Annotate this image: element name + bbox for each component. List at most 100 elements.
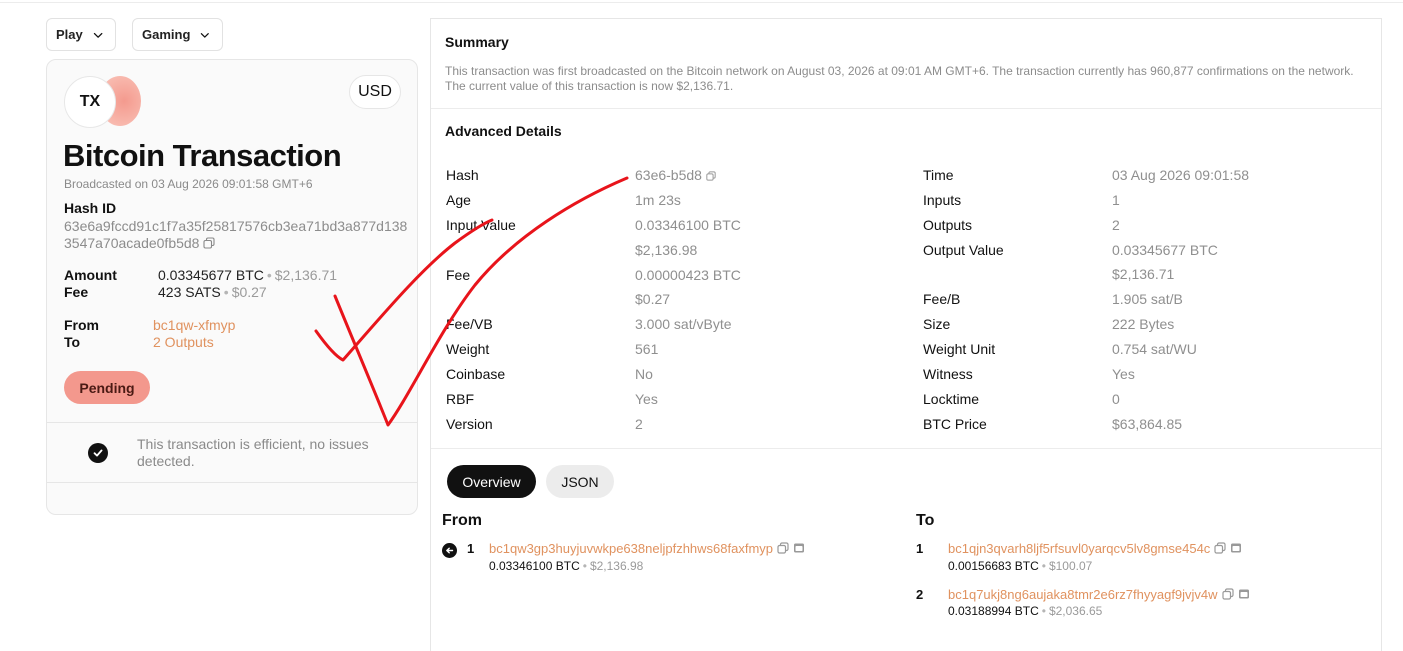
output-address-row: bc1q7ukj8ng6aujaka8tmr2e6rz7fhyyagf9jvjv… [948,587,1250,602]
to-outputs-link[interactable]: 2 Outputs [153,334,214,350]
transaction-card: TX USD Bitcoin Transaction Broadcasted o… [46,59,418,515]
hash-id-value: 63e6a9fccd91c1f7a35f25817576cb3ea71bd3a8… [64,218,409,252]
detail-value-age: 1m 23s [635,192,681,208]
play-dropdown[interactable]: Play [46,18,116,51]
detail-label-hash: Hash [446,167,479,183]
detail-label-age: Age [446,192,471,208]
fee-label: Fee [64,284,89,300]
detail-value-inputs: 1 [1112,192,1120,208]
detail-label-inputs: Inputs [923,192,962,208]
hash-short: 63e6-b5d8 [635,167,702,183]
detail-value-fee-usd: $0.27 [635,291,671,307]
check-icon [88,443,108,463]
detail-value-locktime: 0 [1112,391,1120,407]
divider [47,422,417,423]
detail-value-version: 2 [635,416,643,432]
from-section-title: From [442,512,482,529]
from-label: From [64,317,99,333]
input-btc: 0.03346100 BTC [489,559,580,573]
gaming-dropdown-label: Gaming [142,27,191,42]
amount-usd: $2,136.71 [274,267,338,283]
detail-label-fee: Fee [446,267,471,283]
detail-value-btc-price: $63,864.85 [1112,416,1183,432]
copy-icon[interactable] [1214,542,1226,554]
summary-title: Summary [445,34,509,50]
detail-value-weight-unit: 0.754 sat/WU [1112,341,1197,357]
hash-id-label: Hash ID [64,200,117,216]
tab-json[interactable]: JSON [546,465,614,498]
output-amount: 0.03188994 BTC • $2,036.65 [948,604,1102,618]
hash-id-text: 63e6a9fccd91c1f7a35f25817576cb3ea71bd3a8… [64,218,408,251]
detail-value-output-usd: $2,136.71 [1112,266,1175,282]
copy-icon[interactable] [203,237,216,249]
separator-dot: • [266,267,272,283]
detail-value-fee-btc: 0.00000423 BTC [635,267,741,283]
detail-label-fee-vb: Fee/VB [446,316,493,332]
separator-dot: • [1041,604,1046,618]
to-label: To [64,334,81,350]
output-address-link[interactable]: bc1qjn3qvarh8ljf5rfsuvl0yarqcv5lv8gmse45… [948,541,1210,556]
output-index: 2 [916,587,924,602]
status-badge: Pending [64,371,150,404]
detail-label-output-value: Output Value [923,242,1004,258]
detail-value-fee-vb: 3.000 sat/vByte [635,316,732,332]
currency-toggle-button[interactable]: USD [349,75,401,109]
explorer-icon[interactable] [1238,588,1250,600]
divider [431,108,1381,109]
amount-value: 0.03345677 BTC • $2,136.71 [158,267,337,283]
details-panel: Summary This transaction was first broad… [430,18,1382,651]
efficiency-message: This transaction is efficient, no issues… [137,436,369,469]
advanced-details-title: Advanced Details [445,123,562,139]
detail-value-output-btc: 0.03345677 BTC [1112,242,1218,258]
separator-dot: • [223,284,229,300]
detail-value-outputs: 2 [1112,217,1120,233]
detail-label-locktime: Locktime [923,391,980,407]
page-title: Bitcoin Transaction [63,138,342,173]
amount-label: Amount [64,267,117,283]
fee-value: 423 SATS • $0.27 [158,284,267,300]
copy-icon[interactable] [706,171,716,181]
copy-icon[interactable] [1221,588,1234,600]
input-address-row: bc1qw3gp3huyjuvwkpe638neljpfzhhws68faxfm… [489,541,805,556]
detail-label-fee-b: Fee/B [923,291,961,307]
input-usd: $2,136.98 [589,559,644,573]
from-address-link[interactable]: bc1qw-xfmyp [153,317,235,333]
explorer-icon[interactable] [793,542,805,554]
detail-label-btc-price: BTC Price [923,416,987,432]
input-amount: 0.03346100 BTC • $2,136.98 [489,559,643,573]
tab-overview[interactable]: Overview [447,465,536,498]
gaming-dropdown[interactable]: Gaming [132,18,223,51]
detail-label-version: Version [446,416,493,432]
detail-label-weight-unit: Weight Unit [923,341,996,357]
amount-btc: 0.03345677 BTC [158,267,264,283]
detail-value-input-btc: 0.03346100 BTC [635,217,741,233]
output-address-link[interactable]: bc1q7ukj8ng6aujaka8tmr2e6rz7fhyyagf9jvjv… [948,587,1218,602]
detail-value-size: 222 Bytes [1112,316,1175,332]
tx-avatar: TX [64,76,116,128]
output-address-row: bc1qjn3qvarh8ljf5rfsuvl0yarqcv5lv8gmse45… [948,541,1242,556]
copy-icon[interactable] [777,542,789,554]
chevron-down-icon [201,32,210,38]
detail-value-hash: 63e6-b5d8 [635,167,716,183]
detail-value-weight: 561 [635,341,659,357]
detail-value-fee-b: 1.905 sat/B [1112,291,1183,307]
output-btc: 0.00156683 BTC [948,559,1039,573]
play-dropdown-label: Play [56,27,83,42]
explorer-icon[interactable] [1230,542,1242,554]
input-address-link[interactable]: bc1qw3gp3huyjuvwkpe638neljpfzhhws68faxfm… [489,541,773,556]
output-index: 1 [916,541,924,556]
broadcast-timestamp: Broadcasted on 03 Aug 2026 09:01:58 GMT+… [64,177,313,191]
detail-value-input-usd: $2,136.98 [635,242,698,258]
detail-label-outputs: Outputs [923,217,973,233]
divider [431,448,1381,449]
separator-dot: • [582,559,587,573]
detail-label-coinbase: Coinbase [446,366,506,382]
arrow-left-icon [442,543,457,558]
output-amount: 0.00156683 BTC • $100.07 [948,559,1092,573]
detail-value-witness: Yes [1112,366,1135,382]
detail-value-rbf: Yes [635,391,658,407]
detail-label-rbf: RBF [446,391,474,407]
detail-label-time: Time [923,167,954,183]
detail-label-witness: Witness [923,366,973,382]
separator-dot: • [1041,559,1046,573]
